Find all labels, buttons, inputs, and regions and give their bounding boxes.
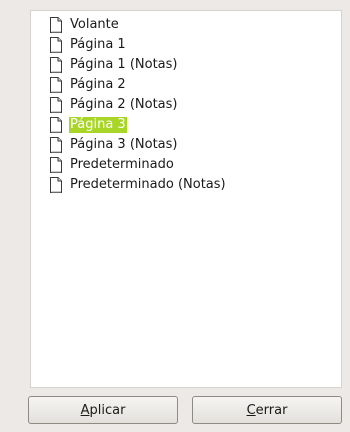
close-label-rest: errar: [255, 402, 288, 418]
list-item-label: Página 3: [69, 117, 127, 133]
list-item[interactable]: Predeterminado: [50, 155, 341, 175]
list-item[interactable]: Predeterminado (Notas): [50, 175, 341, 195]
apply-label-rest: plicar: [89, 402, 126, 418]
list-item[interactable]: Página 2: [50, 75, 341, 95]
page-icon: [50, 117, 62, 133]
list-item[interactable]: Página 1 (Notas): [50, 55, 341, 75]
list-item-label: Página 1: [70, 37, 126, 52]
list-item-label: Página 1 (Notas): [70, 57, 178, 72]
list-item[interactable]: Página 3: [50, 115, 341, 135]
list-item[interactable]: Página 1: [50, 35, 341, 55]
page-icon: [50, 77, 62, 93]
master-page-list[interactable]: Volante Página 1 Página 1 (Notas) Página 2 P…: [50, 15, 341, 195]
list-item-label: Página 2: [70, 77, 126, 92]
list-item-label: Predeterminado (Notas): [70, 177, 226, 192]
close-button[interactable]: Cerrar: [192, 396, 342, 424]
list-item[interactable]: Volante: [50, 15, 341, 35]
page-icon: [50, 97, 62, 113]
page-icon: [50, 57, 62, 73]
list-item-label: Página 3 (Notas): [70, 137, 178, 152]
list-item-label: Página 2 (Notas): [70, 97, 178, 112]
page-icon: [50, 157, 62, 173]
page-icon: [50, 17, 62, 33]
page-icon: [50, 137, 62, 153]
list-item-label: Volante: [70, 17, 119, 32]
close-mnemonic: C: [246, 402, 256, 418]
page-icon: [50, 37, 62, 53]
apply-mnemonic: A: [80, 402, 90, 418]
page-icon: [50, 177, 62, 193]
list-item[interactable]: Página 3 (Notas): [50, 135, 341, 155]
master-page-list-panel[interactable]: Volante Página 1 Página 1 (Notas) Página 2 P…: [30, 10, 342, 388]
list-item[interactable]: Página 2 (Notas): [50, 95, 341, 115]
list-item-label: Predeterminado: [70, 157, 174, 172]
apply-button[interactable]: Aplicar: [28, 396, 178, 424]
